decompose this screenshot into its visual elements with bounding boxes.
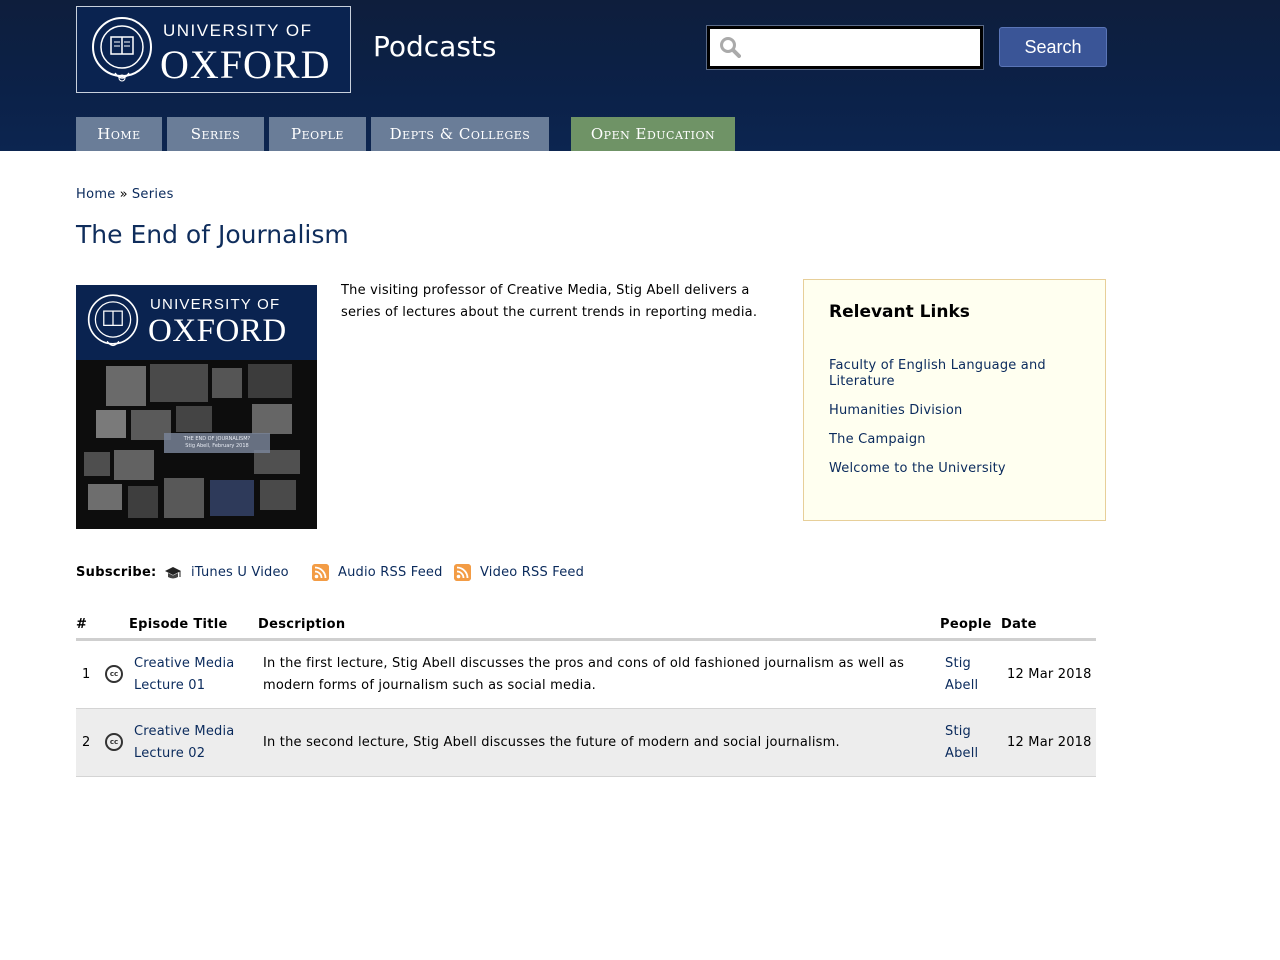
nav-tab-open-education[interactable]: Open Education: [571, 117, 735, 151]
people-last-name: Abell: [945, 746, 979, 761]
breadcrumb-home-link[interactable]: Home: [76, 187, 116, 202]
breadcrumb-series-link[interactable]: Series: [132, 187, 174, 202]
breadcrumb: Home» Series: [76, 187, 174, 202]
video-rss-link[interactable]: Video RSS Feed: [454, 564, 584, 582]
audio-rss-label: Audio RSS Feed: [338, 565, 443, 580]
relevant-link-campaign[interactable]: The Campaign: [829, 432, 1079, 448]
nav-tab-home[interactable]: Home: [76, 117, 162, 151]
subscribe-label: Subscribe:: [76, 565, 157, 580]
series-description: The visiting professor of Creative Media…: [341, 283, 758, 320]
relevant-link-welcome[interactable]: Welcome to the University: [829, 461, 1079, 477]
rss-feed-icon: [454, 564, 471, 581]
cover-logo-band: UNIVERSITY OF OXFORD: [76, 285, 317, 360]
relevant-links-list: Faculty of English Language and Literatu…: [829, 358, 1079, 490]
episode-description: In the first lecture, Stig Abell discuss…: [263, 656, 905, 693]
episode-people-link[interactable]: Stig Abell: [945, 653, 978, 697]
search-button[interactable]: Search: [999, 27, 1107, 67]
creative-commons-icon[interactable]: cc: [105, 665, 123, 683]
series-cover-image: UNIVERSITY OF OXFORD THE END OF JOURNALI…: [76, 285, 317, 529]
cover-oxford-text: OXFORD: [148, 313, 287, 349]
logo-oxford-text: OXFORD: [160, 42, 331, 87]
subscribe-bar: Subscribe: iTunes U Video Audio RSS Feed…: [76, 564, 676, 582]
table-row: 2 cc Creative Media Lecture 02 In the se…: [76, 709, 1096, 777]
episode-number: 2: [82, 735, 91, 750]
itunes-u-video-link[interactable]: iTunes U Video: [164, 564, 294, 582]
cover-crest-icon: [87, 294, 139, 347]
cover-university-text: UNIVERSITY OF: [150, 296, 281, 313]
rss-feed-icon: [312, 564, 329, 581]
episode-title-line: Creative Media: [134, 724, 235, 739]
relevant-link-humanities[interactable]: Humanities Division: [829, 403, 1079, 419]
cover-caption-title: THE END OF JOURNALISM?: [183, 436, 251, 442]
episode-description: In the second lecture, Stig Abell discus…: [263, 735, 840, 750]
episode-people-link[interactable]: Stig Abell: [945, 721, 978, 765]
episode-title-link[interactable]: Creative Media Lecture 02: [134, 721, 234, 765]
nav-tab-people[interactable]: People: [269, 117, 366, 151]
creative-commons-icon[interactable]: cc: [105, 733, 123, 751]
column-header-description: Description: [258, 617, 346, 632]
nav-tab-depts-colleges[interactable]: Depts & Colleges: [371, 117, 549, 151]
episode-title-line: Lecture 01: [134, 678, 206, 693]
breadcrumb-separator: »: [119, 187, 128, 202]
episode-number: 1: [82, 667, 91, 682]
people-first-name: Stig: [945, 724, 972, 739]
relevant-links-title: Relevant Links: [829, 302, 970, 322]
relevant-link-english-faculty[interactable]: Faculty of English Language and Literatu…: [829, 358, 1079, 390]
column-header-people: People: [940, 617, 992, 632]
audio-rss-link[interactable]: Audio RSS Feed: [312, 564, 442, 582]
column-header-title: Episode Title: [129, 617, 228, 632]
episode-title-link[interactable]: Creative Media Lecture 01: [134, 653, 234, 697]
university-crest-icon: [92, 17, 152, 82]
site-header: UNIVERSITY OF OXFORD Podcasts Search Hom…: [0, 0, 1280, 151]
episode-date: 12 Mar 2018: [1007, 667, 1092, 682]
episode-date: 12 Mar 2018: [1007, 735, 1092, 750]
episode-title-line: Creative Media: [134, 656, 235, 671]
nav-tab-series[interactable]: Series: [167, 117, 264, 151]
oxford-logo[interactable]: UNIVERSITY OF OXFORD: [76, 6, 351, 93]
relevant-links-box: Relevant Links Faculty of English Langua…: [803, 279, 1106, 521]
video-rss-label: Video RSS Feed: [480, 565, 585, 580]
episode-title-line: Lecture 02: [134, 746, 206, 761]
search-icon: [720, 37, 741, 58]
itunes-u-video-label: iTunes U Video: [191, 565, 289, 580]
cover-caption-subtitle: Stig Abell, February 2018: [185, 443, 249, 449]
site-title[interactable]: Podcasts: [373, 30, 497, 63]
cover-caption: THE END OF JOURNALISM? Stig Abell, Febru…: [164, 433, 270, 453]
people-last-name: Abell: [945, 678, 979, 693]
search-field: [706, 25, 984, 70]
search-input[interactable]: [746, 35, 976, 61]
page-title: The End of Journalism: [76, 220, 349, 249]
people-first-name: Stig: [945, 656, 972, 671]
column-header-number: #: [76, 617, 88, 632]
graduation-cap-icon: [165, 567, 181, 579]
column-header-date: Date: [1001, 617, 1037, 632]
table-row: 1 cc Creative Media Lecture 01 In the fi…: [76, 641, 1096, 709]
logo-university-text: UNIVERSITY OF: [163, 21, 313, 40]
